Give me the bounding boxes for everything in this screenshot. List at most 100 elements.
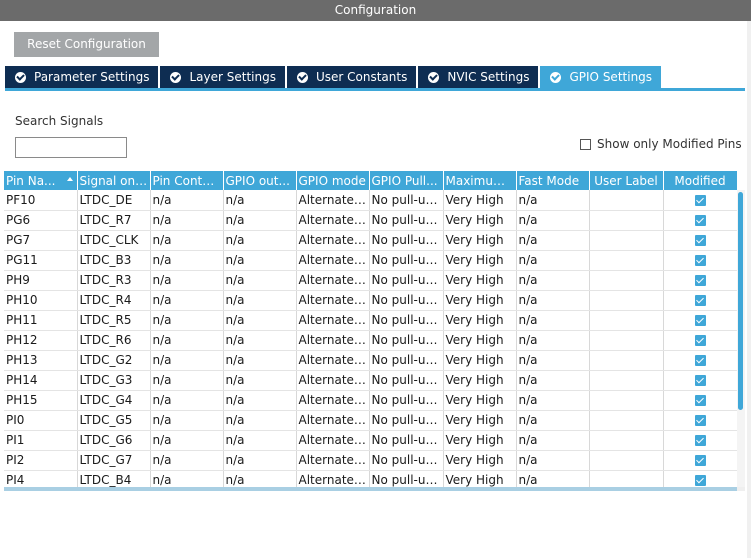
- cell-signal: LTDC_B3: [77, 250, 151, 271]
- cell-max-speed: Very High: [443, 350, 517, 371]
- modified-checkbox-icon: [694, 275, 706, 286]
- cell-user-label[interactable]: [589, 450, 664, 471]
- window-edge: [747, 21, 751, 558]
- cell-modified: [663, 430, 737, 451]
- cell-user-label[interactable]: [589, 190, 664, 211]
- cell-gpio-output: n/a: [223, 270, 297, 291]
- column-header-user-label[interactable]: User Label: [589, 171, 664, 190]
- table-row[interactable]: PG11 LTDC_B3 n/a n/a Alternate ... No pull-up…: [4, 250, 737, 271]
- cell-gpio-pull: No pull-up...: [369, 470, 444, 487]
- table-row[interactable]: PG6 LTDC_R7 n/a n/a Alternate ... No pull-up.…: [4, 210, 737, 231]
- cell-pin-context: n/a: [150, 270, 224, 291]
- column-header-modified[interactable]: Modified: [663, 171, 737, 190]
- tab-gpio-settings[interactable]: GPIO Settings: [540, 66, 662, 88]
- column-header-gpio-output[interactable]: GPIO out...: [223, 171, 297, 190]
- cell-modified: [663, 450, 737, 471]
- cell-user-label[interactable]: [589, 330, 664, 351]
- tab-label: User Constants: [315, 70, 408, 84]
- column-header-fast-mode[interactable]: Fast Mode: [516, 171, 590, 190]
- cell-gpio-pull: No pull-up...: [369, 210, 444, 231]
- cell-max-speed: Very High: [443, 290, 517, 311]
- column-header-max-speed[interactable]: Maximum...: [443, 171, 517, 190]
- modified-checkbox-icon: [694, 335, 706, 346]
- cell-modified: [663, 290, 737, 311]
- cell-user-label[interactable]: [589, 350, 664, 371]
- cell-user-label[interactable]: [589, 210, 664, 231]
- cell-pin-context: n/a: [150, 230, 224, 251]
- cell-pin-name: PF10: [4, 190, 78, 211]
- cell-user-label[interactable]: [589, 430, 664, 451]
- reset-configuration-button[interactable]: Reset Configuration: [14, 32, 159, 57]
- cell-user-label[interactable]: [589, 470, 664, 487]
- column-header-gpio-pull[interactable]: GPIO Pull...: [369, 171, 444, 190]
- cell-gpio-pull: No pull-up...: [369, 370, 444, 391]
- tab-nvic-settings[interactable]: NVIC Settings: [418, 66, 539, 88]
- table-row[interactable]: PI1 LTDC_G6 n/a n/a Alternate ... No pull-up.…: [4, 430, 737, 451]
- modified-checkbox-icon: [694, 475, 706, 486]
- table-row[interactable]: PH9 LTDC_R3 n/a n/a Alternate ... No pull-up.…: [4, 270, 737, 291]
- cell-gpio-pull: No pull-up...: [369, 290, 444, 311]
- column-header-gpio-mode[interactable]: GPIO mode: [296, 171, 370, 190]
- vertical-scrollbar[interactable]: [737, 190, 745, 487]
- cell-modified: [663, 190, 737, 211]
- window-title: Configuration: [0, 0, 751, 21]
- tab-label: Parameter Settings: [34, 70, 150, 84]
- cell-pin-name: PG6: [4, 210, 78, 231]
- table-row[interactable]: PG7 LTDC_CLK n/a n/a Alternate ... No pull-up…: [4, 230, 737, 251]
- table-row[interactable]: PF10 LTDC_DE n/a n/a Alternate ... No pull-up…: [4, 190, 737, 211]
- cell-modified: [663, 310, 737, 331]
- cell-user-label[interactable]: [589, 270, 664, 291]
- show-modified-pins-toggle[interactable]: Show only Modified Pins: [580, 137, 742, 151]
- show-modified-checkbox[interactable]: [580, 138, 591, 150]
- table-row[interactable]: PI4 LTDC_B4 n/a n/a Alternate ... No pull-up.…: [4, 470, 737, 487]
- cell-gpio-mode: Alternate ...: [296, 210, 370, 231]
- cell-pin-name: PH13: [4, 350, 78, 371]
- cell-fast-mode: n/a: [516, 410, 590, 431]
- tab-user-constants[interactable]: User Constants: [286, 66, 417, 88]
- modified-checkbox-icon: [694, 375, 706, 386]
- table-row[interactable]: PH11 LTDC_R5 n/a n/a Alternate ... No pull-up…: [4, 310, 737, 331]
- cell-user-label[interactable]: [589, 410, 664, 431]
- column-header-signal[interactable]: Signal on ...: [77, 171, 151, 190]
- table-row[interactable]: PH13 LTDC_G2 n/a n/a Alternate ... No pull-up…: [4, 350, 737, 371]
- cell-max-speed: Very High: [443, 470, 517, 487]
- tab-layer-settings[interactable]: Layer Settings: [160, 66, 285, 88]
- cell-user-label[interactable]: [589, 310, 664, 331]
- cell-pin-context: n/a: [150, 250, 224, 271]
- tab-parameter-settings[interactable]: Parameter Settings: [5, 66, 159, 88]
- cell-user-label[interactable]: [589, 290, 664, 311]
- cell-gpio-mode: Alternate ...: [296, 370, 370, 391]
- check-circle-icon: [170, 71, 182, 83]
- cell-gpio-output: n/a: [223, 390, 297, 411]
- tab-label: NVIC Settings: [447, 70, 530, 84]
- cell-gpio-mode: Alternate ...: [296, 350, 370, 371]
- cell-gpio-output: n/a: [223, 450, 297, 471]
- vertical-scrollbar-thumb[interactable]: [738, 192, 743, 410]
- table-row[interactable]: PI2 LTDC_G7 n/a n/a Alternate ... No pull-up.…: [4, 450, 737, 471]
- table-row[interactable]: PH15 LTDC_G4 n/a n/a Alternate ... No pull-up…: [4, 390, 737, 411]
- table-row[interactable]: PH12 LTDC_R6 n/a n/a Alternate ... No pull-up…: [4, 330, 737, 351]
- cell-user-label[interactable]: [589, 390, 664, 411]
- table-row[interactable]: PI0 LTDC_G5 n/a n/a Alternate ... No pull-up.…: [4, 410, 737, 431]
- check-circle-icon: [296, 71, 308, 83]
- column-header-pin-name[interactable]: Pin Na...: [4, 171, 78, 190]
- cell-user-label[interactable]: [589, 250, 664, 271]
- cell-fast-mode: n/a: [516, 350, 590, 371]
- cell-max-speed: Very High: [443, 250, 517, 271]
- tab-label: Layer Settings: [189, 70, 276, 84]
- cell-gpio-mode: Alternate ...: [296, 470, 370, 487]
- search-signals-input[interactable]: [15, 137, 127, 158]
- cell-gpio-output: n/a: [223, 410, 297, 431]
- horizontal-scrollbar[interactable]: [4, 487, 745, 491]
- cell-modified: [663, 210, 737, 231]
- cell-user-label[interactable]: [589, 370, 664, 391]
- cell-modified: [663, 250, 737, 271]
- cell-gpio-pull: No pull-up...: [369, 390, 444, 411]
- table-row[interactable]: PH14 LTDC_G3 n/a n/a Alternate ... No pull-up…: [4, 370, 737, 391]
- horizontal-scrollbar-thumb[interactable]: [4, 487, 737, 491]
- cell-pin-name: PI2: [4, 450, 78, 471]
- cell-user-label[interactable]: [589, 230, 664, 251]
- column-header-pin-context[interactable]: Pin Conte...: [150, 171, 224, 190]
- gpio-table-container: Pin Na... Signal on ... Pin Conte... GPI…: [4, 171, 737, 487]
- table-row[interactable]: PH10 LTDC_R4 n/a n/a Alternate ... No pull-up…: [4, 290, 737, 311]
